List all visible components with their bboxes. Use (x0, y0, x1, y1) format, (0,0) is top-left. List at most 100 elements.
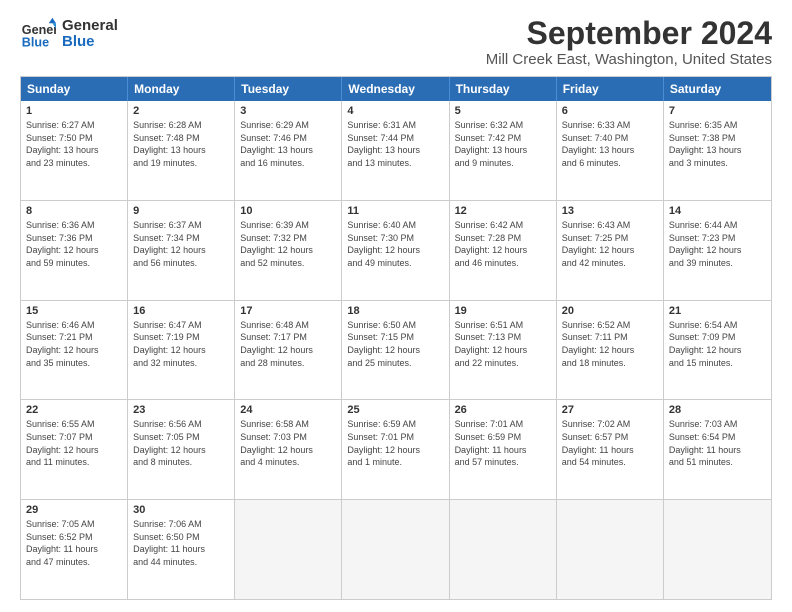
day-info: Sunrise: 6:56 AM Sunset: 7:05 PM Dayligh… (133, 418, 229, 468)
day-number: 14 (669, 205, 766, 217)
day-info: Sunrise: 6:51 AM Sunset: 7:13 PM Dayligh… (455, 319, 551, 369)
calendar-cell: 27 Sunrise: 7:02 AM Sunset: 6:57 PM Dayli… (557, 400, 664, 499)
day-number: 19 (455, 305, 551, 317)
day-info: Sunrise: 6:31 AM Sunset: 7:44 PM Dayligh… (347, 119, 443, 169)
day-info: Sunrise: 7:02 AM Sunset: 6:57 PM Dayligh… (562, 418, 658, 468)
calendar-cell: 2 Sunrise: 6:28 AM Sunset: 7:48 PM Daylig… (128, 101, 235, 200)
day-info: Sunrise: 7:01 AM Sunset: 6:59 PM Dayligh… (455, 418, 551, 468)
calendar-cell: 28 Sunrise: 7:03 AM Sunset: 6:54 PM Dayli… (664, 400, 771, 499)
header-sunday: Sunday (21, 77, 128, 101)
day-info: Sunrise: 6:43 AM Sunset: 7:25 PM Dayligh… (562, 219, 658, 269)
header-tuesday: Tuesday (235, 77, 342, 101)
calendar-cell: 12Sunrise: 6:42 AM Sunset: 7:28 PM Dayli… (450, 201, 557, 300)
logo-icon: General Blue (20, 16, 56, 52)
calendar-cell (450, 500, 557, 599)
calendar-cell: 16Sunrise: 6:47 AM Sunset: 7:19 PM Dayli… (128, 301, 235, 400)
day-info: Sunrise: 7:03 AM Sunset: 6:54 PM Dayligh… (669, 418, 766, 468)
day-info: Sunrise: 6:29 AM Sunset: 7:46 PM Dayligh… (240, 119, 336, 169)
header-friday: Friday (557, 77, 664, 101)
calendar-cell: 1Sunrise: 6:27 AM Sunset: 7:50 PM Daylig… (21, 101, 128, 200)
calendar-cell: 17Sunrise: 6:48 AM Sunset: 7:17 PM Dayli… (235, 301, 342, 400)
day-number: 6 (562, 105, 658, 117)
header-saturday: Saturday (664, 77, 771, 101)
day-number: 18 (347, 305, 443, 317)
calendar-title: September 2024 (486, 16, 772, 51)
header-wednesday: Wednesday (342, 77, 449, 101)
day-number: 4 (347, 105, 443, 117)
calendar-row-3: 15 Sunrise: 6:46 AM Sunset: 7:21 PM Dayli… (21, 300, 771, 400)
day-number: 9 (133, 205, 229, 217)
day-info: Sunrise: 6:28 AM Sunset: 7:48 PM Dayligh… (133, 119, 229, 169)
day-number: 3 (240, 105, 336, 117)
day-number: 15 (26, 305, 122, 317)
calendar-cell: 5Sunrise: 6:32 AM Sunset: 7:42 PM Daylig… (450, 101, 557, 200)
day-info: Sunrise: 6:58 AM Sunset: 7:03 PM Dayligh… (240, 418, 336, 468)
day-info: Sunrise: 6:48 AM Sunset: 7:17 PM Dayligh… (240, 319, 336, 369)
calendar-cell: 23 Sunrise: 6:56 AM Sunset: 7:05 PM Dayli… (128, 400, 235, 499)
day-number: 11 (347, 205, 443, 217)
day-info: Sunrise: 6:36 AM Sunset: 7:36 PM Dayligh… (26, 219, 122, 269)
calendar-body: 1Sunrise: 6:27 AM Sunset: 7:50 PM Daylig… (21, 101, 771, 599)
calendar-cell: 10Sunrise: 6:39 AM Sunset: 7:32 PM Dayli… (235, 201, 342, 300)
calendar-cell: 8 Sunrise: 6:36 AM Sunset: 7:36 PM Daylig… (21, 201, 128, 300)
day-info: Sunrise: 6:37 AM Sunset: 7:34 PM Dayligh… (133, 219, 229, 269)
calendar-cell: 29Sunrise: 7:05 AM Sunset: 6:52 PM Dayli… (21, 500, 128, 599)
day-info: Sunrise: 6:35 AM Sunset: 7:38 PM Dayligh… (669, 119, 766, 169)
day-info: Sunrise: 7:06 AM Sunset: 6:50 PM Dayligh… (133, 518, 229, 568)
title-block: September 2024 Mill Creek East, Washingt… (486, 16, 772, 68)
day-info: Sunrise: 6:55 AM Sunset: 7:07 PM Dayligh… (26, 418, 122, 468)
calendar-row-5: 29Sunrise: 7:05 AM Sunset: 6:52 PM Dayli… (21, 499, 771, 599)
calendar-cell: 11 Sunrise: 6:40 AM Sunset: 7:30 PM Dayli… (342, 201, 449, 300)
calendar-row-4: 22 Sunrise: 6:55 AM Sunset: 7:07 PM Dayli… (21, 399, 771, 499)
calendar-row-2: 8 Sunrise: 6:36 AM Sunset: 7:36 PM Daylig… (21, 200, 771, 300)
calendar-cell: 3 Sunrise: 6:29 AM Sunset: 7:46 PM Daylig… (235, 101, 342, 200)
day-number: 22 (26, 404, 122, 416)
day-number: 28 (669, 404, 766, 416)
day-info: Sunrise: 6:42 AM Sunset: 7:28 PM Dayligh… (455, 219, 551, 269)
calendar-cell: 20Sunrise: 6:52 AM Sunset: 7:11 PM Dayli… (557, 301, 664, 400)
day-info: Sunrise: 6:54 AM Sunset: 7:09 PM Dayligh… (669, 319, 766, 369)
day-info: Sunrise: 6:39 AM Sunset: 7:32 PM Dayligh… (240, 219, 336, 269)
header: General Blue General Blue September 2024… (20, 16, 772, 68)
day-number: 27 (562, 404, 658, 416)
day-info: Sunrise: 6:50 AM Sunset: 7:15 PM Dayligh… (347, 319, 443, 369)
day-info: Sunrise: 6:40 AM Sunset: 7:30 PM Dayligh… (347, 219, 443, 269)
day-number: 8 (26, 205, 122, 217)
day-number: 13 (562, 205, 658, 217)
day-info: Sunrise: 6:47 AM Sunset: 7:19 PM Dayligh… (133, 319, 229, 369)
calendar-cell: 25 Sunrise: 6:59 AM Sunset: 7:01 PM Dayli… (342, 400, 449, 499)
day-number: 30 (133, 504, 229, 516)
calendar-cell: 18 Sunrise: 6:50 AM Sunset: 7:15 PM Dayli… (342, 301, 449, 400)
day-number: 2 (133, 105, 229, 117)
calendar-cell: 24 Sunrise: 6:58 AM Sunset: 7:03 PM Dayli… (235, 400, 342, 499)
calendar-cell (557, 500, 664, 599)
day-info: Sunrise: 6:46 AM Sunset: 7:21 PM Dayligh… (26, 319, 122, 369)
calendar-cell (342, 500, 449, 599)
calendar-cell (664, 500, 771, 599)
logo: General Blue General Blue (20, 16, 118, 52)
day-info: Sunrise: 6:33 AM Sunset: 7:40 PM Dayligh… (562, 119, 658, 169)
day-number: 25 (347, 404, 443, 416)
logo-text-blue: Blue (62, 34, 118, 51)
day-number: 21 (669, 305, 766, 317)
page: General Blue General Blue September 2024… (0, 0, 792, 612)
day-number: 24 (240, 404, 336, 416)
day-number: 20 (562, 305, 658, 317)
calendar-cell: 26 Sunrise: 7:01 AM Sunset: 6:59 PM Dayli… (450, 400, 557, 499)
calendar-row-1: 1Sunrise: 6:27 AM Sunset: 7:50 PM Daylig… (21, 101, 771, 200)
day-number: 5 (455, 105, 551, 117)
day-info: Sunrise: 6:59 AM Sunset: 7:01 PM Dayligh… (347, 418, 443, 468)
day-number: 23 (133, 404, 229, 416)
day-number: 1 (26, 105, 122, 117)
calendar-cell: 14 Sunrise: 6:44 AM Sunset: 7:23 PM Dayli… (664, 201, 771, 300)
calendar-cell: 22 Sunrise: 6:55 AM Sunset: 7:07 PM Dayli… (21, 400, 128, 499)
day-info: Sunrise: 6:44 AM Sunset: 7:23 PM Dayligh… (669, 219, 766, 269)
calendar-cell: 21 Sunrise: 6:54 AM Sunset: 7:09 PM Dayli… (664, 301, 771, 400)
calendar-cell: 15 Sunrise: 6:46 AM Sunset: 7:21 PM Dayli… (21, 301, 128, 400)
day-number: 26 (455, 404, 551, 416)
calendar-cell: 7Sunrise: 6:35 AM Sunset: 7:38 PM Daylig… (664, 101, 771, 200)
svg-text:Blue: Blue (22, 36, 49, 50)
calendar-cell: 4 Sunrise: 6:31 AM Sunset: 7:44 PM Daylig… (342, 101, 449, 200)
calendar: Sunday Monday Tuesday Wednesday Thursday… (20, 76, 772, 600)
calendar-header: Sunday Monday Tuesday Wednesday Thursday… (21, 77, 771, 101)
